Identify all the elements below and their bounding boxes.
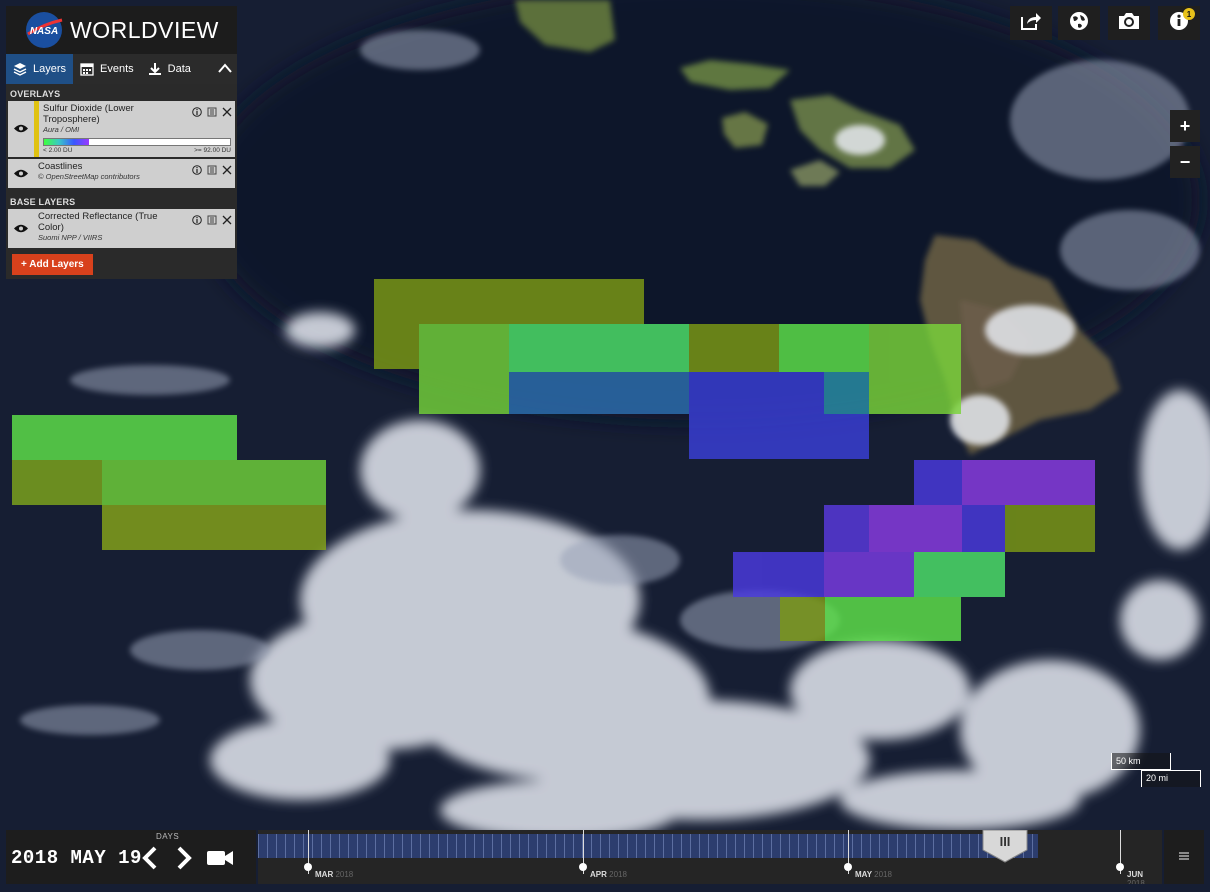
layer-item-coastlines[interactable]: Coastlines © OpenStreetMap contributors <box>8 159 235 188</box>
base-layers-title: BASE LAYERS <box>10 197 76 207</box>
month-year: 2018 <box>874 870 892 879</box>
app-title: WORLDVIEW <box>70 16 219 43</box>
close-icon[interactable] <box>222 104 232 117</box>
timeline-track[interactable]: MAR 2018 APR 2018 MAY 2018 JUN 2018 III <box>258 830 1162 884</box>
scale-mi-label: 20 mi <box>1141 770 1201 787</box>
snapshot-button[interactable] <box>1108 6 1150 40</box>
share-button[interactable] <box>1010 6 1052 40</box>
tab-data[interactable]: Data <box>141 54 198 84</box>
month-marker <box>844 863 852 871</box>
camera-icon <box>1117 11 1141 36</box>
scale-km-label: 50 km <box>1111 753 1171 770</box>
next-day-button[interactable] <box>173 846 195 870</box>
month-marker <box>579 863 587 871</box>
legend-max-label: >= 92.00 DU <box>194 147 231 154</box>
calendar-icon <box>80 62 94 76</box>
layer-item-corrected-reflectance[interactable]: Corrected Reflectance (True Color) Suomi… <box>8 209 235 248</box>
visibility-toggle[interactable] <box>8 209 34 248</box>
notification-badge: 1 <box>1183 8 1195 20</box>
zoom-in-button[interactable]: + <box>1170 110 1200 142</box>
animation-button[interactable] <box>206 848 234 868</box>
eye-icon <box>14 220 28 238</box>
map-scale: 50 km 20 mi <box>1111 753 1201 789</box>
share-icon <box>1020 11 1042 36</box>
timeline-menu-button[interactable] <box>1164 830 1204 884</box>
layer-options-icon[interactable] <box>207 212 217 225</box>
tab-events[interactable]: Events <box>73 54 141 84</box>
tab-layers-label: Layers <box>33 63 67 75</box>
tab-data-label: Data <box>167 63 191 75</box>
projection-button[interactable] <box>1058 6 1100 40</box>
video-camera-icon <box>206 851 234 872</box>
month-label-may: MAY 2018 <box>855 870 892 879</box>
eye-icon <box>14 120 28 138</box>
previous-day-button[interactable] <box>139 846 161 870</box>
month-name: APR <box>590 870 607 879</box>
month-name: MAR <box>315 870 334 879</box>
legend-min-label: < 2.00 DU <box>43 147 73 154</box>
zoom-out-button[interactable]: − <box>1170 146 1200 178</box>
layer-options-icon[interactable] <box>207 104 217 117</box>
info-button[interactable]: 1 <box>1158 6 1200 40</box>
globe-icon <box>1069 11 1089 36</box>
overlays-title: OVERLAYS <box>10 89 61 99</box>
layers-icon <box>13 62 27 76</box>
chevron-right-icon <box>173 846 195 874</box>
layers-panel: OVERLAYS Sulfur Dioxide (Lower Troposphe… <box>6 84 237 279</box>
month-marker <box>304 863 312 871</box>
month-year: 2018 <box>335 870 354 879</box>
tab-layers[interactable]: Layers <box>6 54 74 84</box>
layer-source: Suomi NPP / VIIRS <box>38 233 103 242</box>
layer-source: Aura / OMI <box>43 125 80 134</box>
timeline: 2018 MAY 19 DAYS MAR 2018 APR 2018 MAY 2… <box>6 830 1204 884</box>
month-marker <box>1116 863 1124 871</box>
nasa-wordmark: NASA <box>30 26 58 37</box>
close-icon[interactable] <box>222 162 232 175</box>
layer-item-sulfur-dioxide[interactable]: Sulfur Dioxide (Lower Troposphere) Aura … <box>8 101 235 157</box>
info-icon[interactable] <box>192 104 202 117</box>
timeline-handle[interactable]: III <box>981 830 1029 864</box>
interval-label[interactable]: DAYS <box>156 832 179 841</box>
collapse-sidebar-button[interactable] <box>213 54 237 84</box>
chevron-up-icon <box>218 60 232 78</box>
month-label-jun: JUN 2018 <box>1127 870 1162 884</box>
tab-events-label: Events <box>100 63 134 75</box>
month-label-apr: APR 2018 <box>590 870 627 879</box>
close-icon[interactable] <box>222 212 232 225</box>
month-name: JUN <box>1127 870 1144 879</box>
info-icon[interactable] <box>192 212 202 225</box>
add-layers-button[interactable]: + Add Layers <box>12 254 93 275</box>
sidebar-tabs: Layers Events Data <box>6 54 237 84</box>
month-year: 2018 <box>609 870 627 879</box>
current-date[interactable]: 2018 MAY 19 <box>11 847 142 869</box>
month-year: 2018 <box>1127 879 1145 884</box>
hamburger-icon <box>1179 848 1189 866</box>
day-ticks <box>258 834 1038 858</box>
nasa-logo-icon: NASA <box>24 10 64 50</box>
visibility-toggle[interactable] <box>8 159 34 188</box>
app-header: NASA WORLDVIEW <box>6 6 237 54</box>
download-icon <box>148 62 162 76</box>
visibility-toggle[interactable] <box>8 101 34 157</box>
layer-source: © OpenStreetMap contributors <box>38 172 140 181</box>
handle-grip: III <box>1000 834 1011 849</box>
sidebar: NASA WORLDVIEW Layers Events Data OVERLA… <box>6 6 237 279</box>
chevron-left-icon <box>139 846 161 874</box>
month-name: MAY <box>855 870 872 879</box>
info-icon[interactable] <box>192 162 202 175</box>
layer-options-icon[interactable] <box>207 162 217 175</box>
eye-icon <box>14 165 28 183</box>
date-selector: 2018 MAY 19 DAYS <box>6 830 256 884</box>
month-label-mar: MAR 2018 <box>315 870 353 879</box>
so2-color-legend <box>43 138 231 146</box>
